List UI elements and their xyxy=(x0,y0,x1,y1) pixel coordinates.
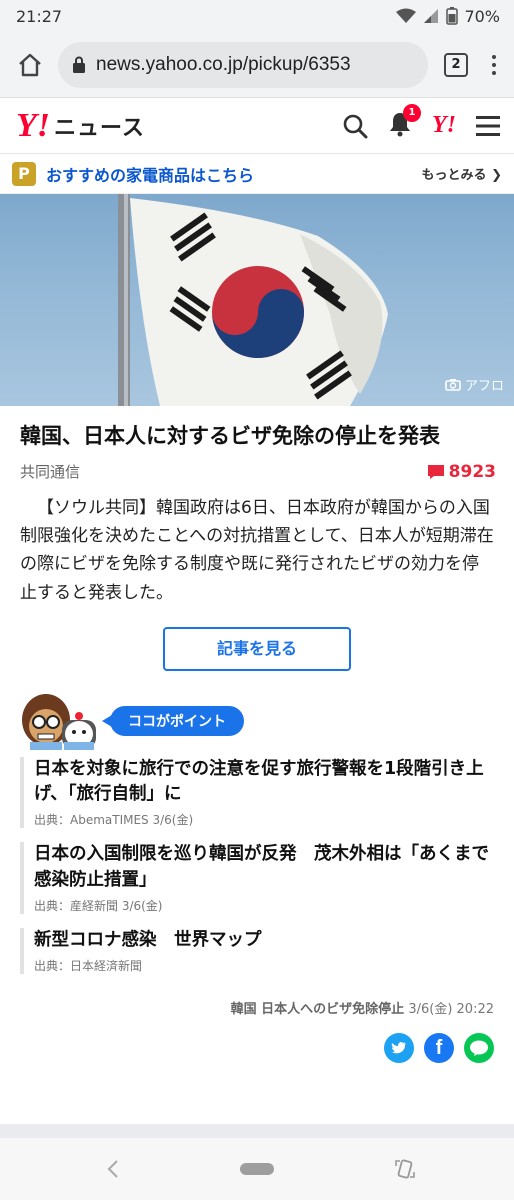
point-section-header: ココがポイント xyxy=(0,671,514,753)
photo-credit: アフロ xyxy=(445,375,504,394)
search-icon[interactable] xyxy=(342,113,368,139)
home-button[interactable] xyxy=(10,45,50,85)
promo-text[interactable]: おすすめの家電商品はこちら xyxy=(46,162,254,186)
back-icon[interactable] xyxy=(106,1159,120,1179)
browser-menu-button[interactable] xyxy=(484,54,504,75)
related-title[interactable]: 日本を対象に旅行での注意を促す旅行警報を1段階引き上げ、「旅行自制」に xyxy=(34,757,494,808)
mascot-icon xyxy=(22,693,96,750)
home-pill-button[interactable] xyxy=(240,1163,274,1175)
topic-name[interactable]: 韓国 日本人へのビザ免除停止 xyxy=(231,1002,405,1017)
list-item[interactable]: 日本の入国制限を巡り韓国が反発 茂木外相は「あくまで感染防止措置」 出典：産経新… xyxy=(20,842,494,915)
lock-icon xyxy=(73,56,85,73)
article-title: 韓国、日本人に対するビザ免除の停止を発表 xyxy=(20,424,440,448)
related-source: 出典：AbemaTIMES 3/6(金) xyxy=(34,813,194,828)
yahoo-top-link[interactable]: Y! xyxy=(432,112,456,139)
hamburger-menu-icon[interactable] xyxy=(476,115,500,137)
promo-more-label: もっとみる xyxy=(421,168,487,183)
line-share-button[interactable] xyxy=(464,1033,494,1064)
tab-switcher-button[interactable]: 2 xyxy=(444,52,468,77)
related-title[interactable]: 新型コロナ感染 世界マップ xyxy=(34,928,494,953)
list-item[interactable]: 新型コロナ感染 世界マップ 出典：日本経済新聞 xyxy=(20,928,494,975)
dot-icon xyxy=(492,54,496,59)
status-bar: 21:27 70% xyxy=(0,0,514,32)
dot-icon xyxy=(492,70,496,75)
credit-text: アフロ xyxy=(464,379,504,394)
comments-link[interactable]: 8923 xyxy=(427,462,496,482)
home-icon xyxy=(19,53,41,76)
battery-icon xyxy=(446,7,459,25)
notifications-button[interactable]: 1 xyxy=(388,103,421,141)
topic-footer: 韓国 日本人へのビザ免除停止 3/6(金) 20:22 xyxy=(0,988,514,1017)
system-navigation-bar xyxy=(0,1138,514,1200)
clock: 21:27 xyxy=(16,6,63,26)
line-icon xyxy=(470,1040,488,1057)
share-buttons: f xyxy=(0,1017,514,1064)
point-label: ココがポイント xyxy=(102,705,244,736)
promo-more-link[interactable]: もっとみる ❯ xyxy=(422,164,502,183)
twitter-share-button[interactable] xyxy=(384,1033,414,1064)
wifi-icon xyxy=(396,8,417,23)
comment-count: 8923 xyxy=(448,461,496,482)
facebook-icon: f xyxy=(435,1036,443,1059)
related-list: 日本を対象に旅行での注意を促す旅行警報を1段階引き上げ、「旅行自制」に 出典：A… xyxy=(0,753,514,975)
signal-icon xyxy=(424,9,439,23)
read-article-button[interactable]: 記事を見る xyxy=(163,626,351,671)
section-divider xyxy=(0,1124,514,1138)
article-source[interactable]: 共同通信 xyxy=(20,461,80,482)
address-bar[interactable]: news.yahoo.co.jp/pickup/6353 xyxy=(58,41,428,88)
site-header: Y! ニュース 1 Y! xyxy=(0,98,514,154)
comment-icon xyxy=(427,464,444,479)
logo-text: ニュース xyxy=(54,115,145,141)
related-source: 出典：産経新聞 3/6(金) xyxy=(34,899,163,914)
url-text: news.yahoo.co.jp/pickup/6353 xyxy=(96,53,351,75)
promo-banner[interactable]: P おすすめの家電商品はこちら もっとみる ❯ xyxy=(0,154,514,194)
camera-icon xyxy=(445,379,461,391)
article: 韓国、日本人に対するビザ免除の停止を発表 共同通信 8923 【ソウル共同】韓国… xyxy=(0,406,514,671)
article-summary: 【ソウル共同】韓国政府は6日、日本政府が韓国からの入国制限強化を決めたことへの対… xyxy=(20,498,494,603)
twitter-icon xyxy=(391,1042,406,1054)
dot-icon xyxy=(492,62,496,67)
list-item[interactable]: 日本を対象に旅行での注意を促す旅行警報を1段階引き上げ、「旅行自制」に 出典：A… xyxy=(20,756,494,829)
battery-percent: 70% xyxy=(464,6,500,26)
rotate-icon[interactable] xyxy=(394,1158,416,1180)
related-title[interactable]: 日本の入国制限を巡り韓国が反発 茂木外相は「あくまで感染防止措置」 xyxy=(34,842,494,893)
facebook-share-button[interactable]: f xyxy=(424,1033,454,1064)
shopping-bag-icon: P xyxy=(12,161,36,186)
browser-toolbar: news.yahoo.co.jp/pickup/6353 2 xyxy=(0,32,514,98)
yahoo-logo-mark: Y! xyxy=(16,106,50,144)
korean-flag-image xyxy=(118,194,388,406)
topic-datetime: 3/6(金) 20:22 xyxy=(408,1002,494,1018)
hero-image[interactable]: アフロ xyxy=(0,194,514,406)
related-source: 出典：日本経済新聞 xyxy=(34,959,143,974)
yahoo-news-logo[interactable]: Y! ニュース xyxy=(16,106,145,144)
notification-badge: 1 xyxy=(403,103,421,122)
chevron-right-icon: ❯ xyxy=(491,168,502,183)
